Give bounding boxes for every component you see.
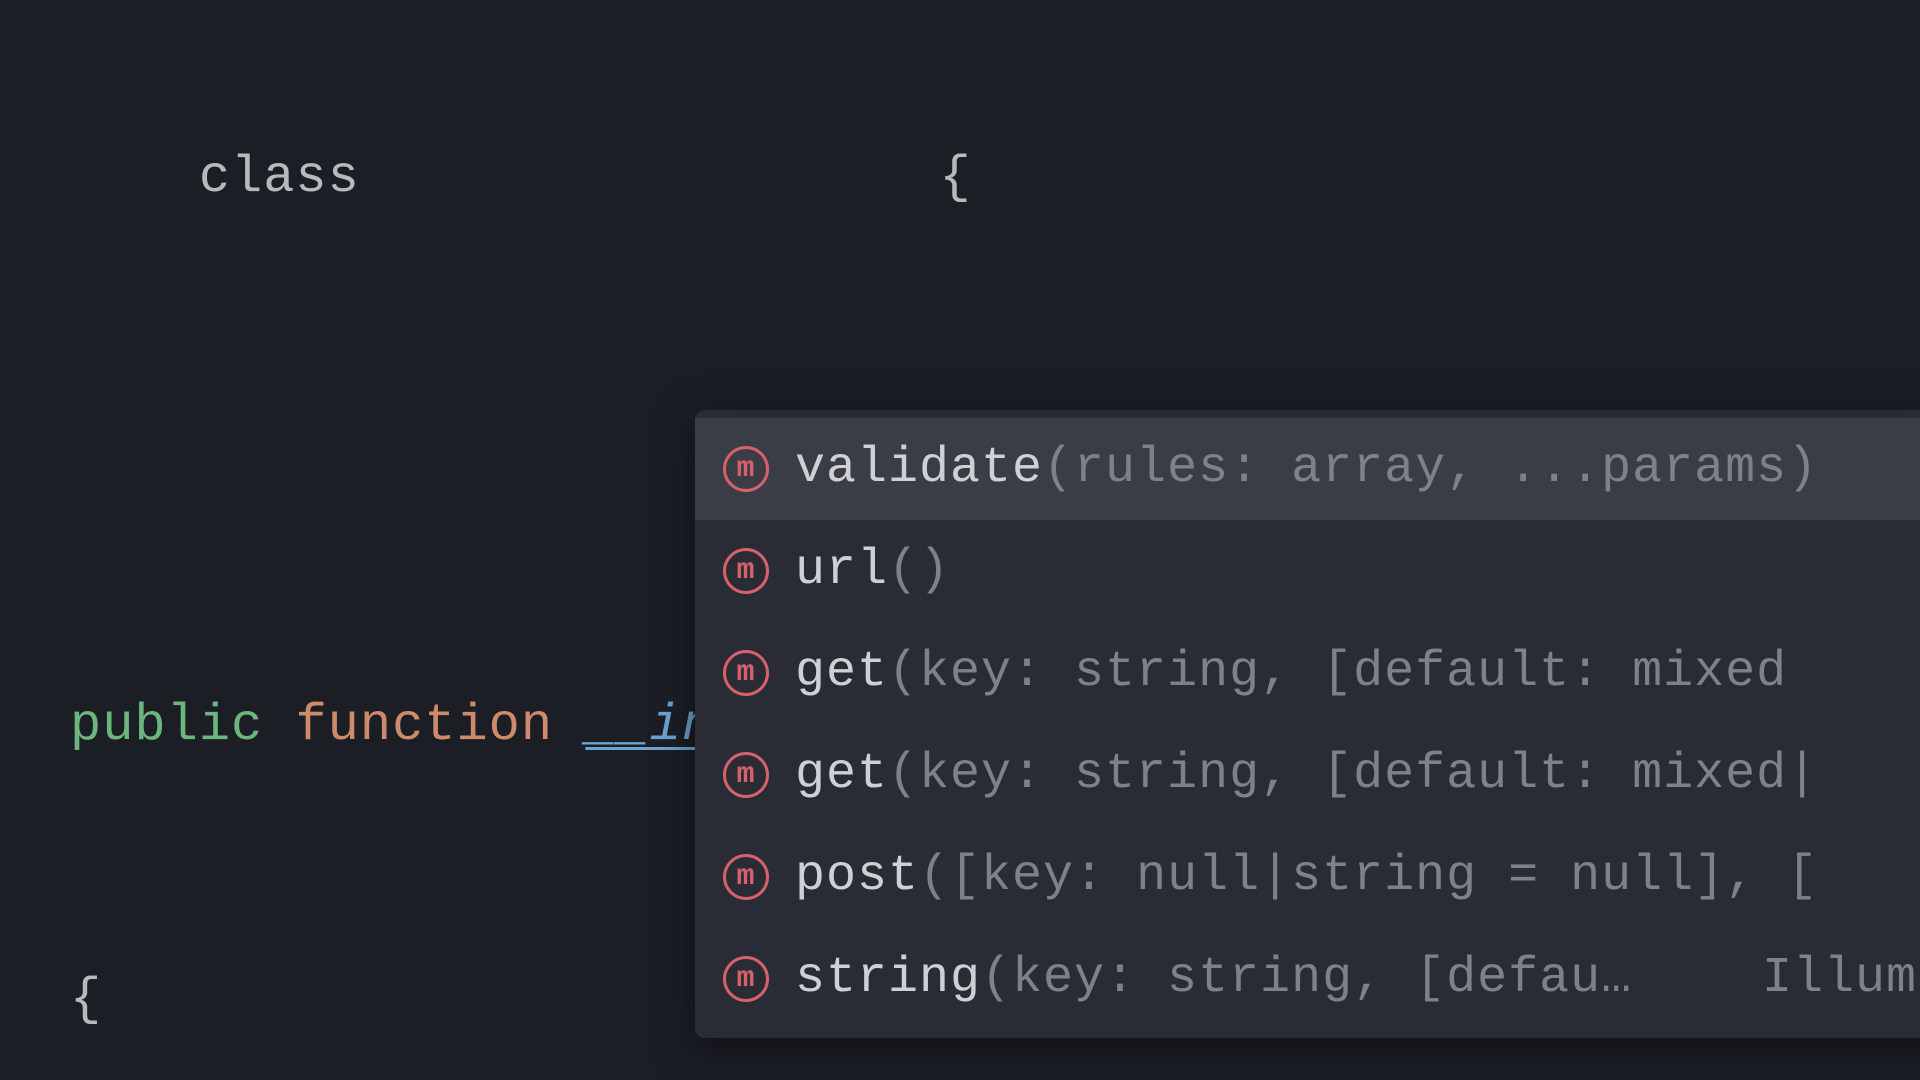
- method-icon: m: [723, 548, 769, 594]
- autocomplete-item-name: validate: [795, 425, 1043, 513]
- autocomplete-item-signature: (): [888, 527, 950, 615]
- autocomplete-item[interactable]: mget(key: string, [default: mixed|: [695, 724, 1920, 826]
- autocomplete-item-signature: (key: string, [defau…: [981, 935, 1632, 1023]
- autocomplete-popup[interactable]: mvalidate(rules: array, ...params)murl()…: [695, 410, 1920, 1038]
- code-line: class {: [70, 132, 1920, 224]
- autocomplete-item[interactable]: murl(): [695, 520, 1920, 622]
- editor-gutter: [0, 0, 58, 1080]
- method-icon: m: [723, 650, 769, 696]
- autocomplete-item-signature: (key: string, [default: mixed|: [888, 731, 1818, 819]
- autocomplete-item-signature: (key: string, [default: mixed: [888, 629, 1787, 717]
- autocomplete-item-tail: Illum: [1732, 935, 1917, 1023]
- keyword-public: public: [70, 696, 263, 755]
- autocomplete-item-signature: ([key: null|string = null], [: [919, 833, 1818, 921]
- autocomplete-item-signature: (rules: array, ...params): [1043, 425, 1818, 513]
- autocomplete-item[interactable]: mstring(key: string, [defau… Illum: [695, 928, 1920, 1030]
- autocomplete-item[interactable]: mpost([key: null|string = null], [: [695, 826, 1920, 928]
- method-icon: m: [723, 752, 769, 798]
- autocomplete-item-name: get: [795, 629, 888, 717]
- autocomplete-item[interactable]: mget(key: string, [default: mixed: [695, 622, 1920, 724]
- code-editor[interactable]: class { public function __invoke(Request…: [0, 0, 1920, 1080]
- autocomplete-item-name: post: [795, 833, 919, 921]
- method-icon: m: [723, 446, 769, 492]
- autocomplete-item-name: url: [795, 527, 888, 615]
- autocomplete-item[interactable]: m validate(rules: array, ...params): [695, 418, 1920, 520]
- method-icon: m: [723, 854, 769, 900]
- method-icon: m: [723, 956, 769, 1002]
- code-fragment: class {: [70, 148, 972, 207]
- autocomplete-item-name: string: [795, 935, 981, 1023]
- keyword-function: function: [295, 696, 553, 755]
- autocomplete-item-name: get: [795, 731, 888, 819]
- brace-open: {: [70, 970, 102, 1029]
